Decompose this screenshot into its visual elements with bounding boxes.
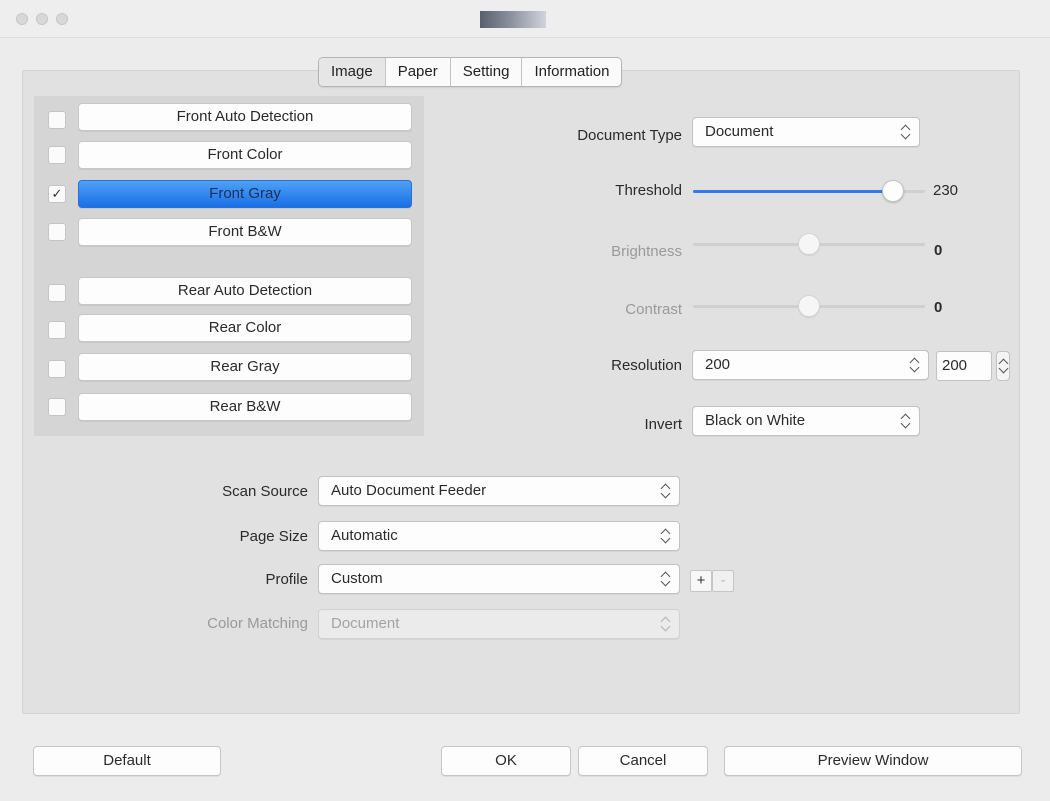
color-matching-value: Document <box>331 615 400 632</box>
default-button[interactable]: Default <box>33 746 221 776</box>
checkbox-front-bw[interactable] <box>48 223 66 241</box>
color-matching-label: Color Matching <box>207 615 308 632</box>
updown-arrows-icon <box>661 617 671 631</box>
scan-source-label: Scan Source <box>222 483 308 500</box>
tab-bar: Image Paper Setting Information <box>318 57 623 87</box>
threshold-value: 230 <box>933 182 959 199</box>
page-size-value: Automatic <box>331 527 398 544</box>
updown-arrows-icon <box>661 484 671 498</box>
document-type-value: Document <box>705 123 774 140</box>
scan-source-value: Auto Document Feeder <box>331 482 487 499</box>
invert-label: Invert <box>644 416 682 433</box>
profile-select[interactable]: Custom <box>318 564 680 594</box>
close-window-button[interactable] <box>16 13 28 25</box>
add-profile-button[interactable]: + <box>690 570 712 592</box>
tab-information[interactable]: Information <box>522 58 621 86</box>
profile-value: Custom <box>331 570 383 587</box>
brightness-label: Brightness <box>611 243 682 260</box>
checkbox-front-auto-detection[interactable] <box>48 111 66 129</box>
tab-image[interactable]: Image <box>319 58 386 86</box>
mode-front-bw[interactable]: Front B&W <box>78 218 412 246</box>
resolution-value: 200 <box>705 356 731 373</box>
ok-button[interactable]: OK <box>441 746 571 776</box>
tab-setting[interactable]: Setting <box>451 58 523 86</box>
color-matching-select: Document <box>318 609 680 639</box>
checkbox-front-color[interactable] <box>48 146 66 164</box>
invert-select[interactable]: Black on White <box>692 406 920 436</box>
updown-arrows-icon <box>661 529 671 543</box>
updown-arrows-icon <box>910 358 920 372</box>
threshold-slider-knob[interactable] <box>881 180 904 202</box>
checkbox-rear-color[interactable] <box>48 321 66 339</box>
mode-rear-bw[interactable]: Rear B&W <box>78 393 412 421</box>
mode-rear-gray[interactable]: Rear Gray <box>78 353 412 381</box>
updown-arrows-icon <box>901 414 911 428</box>
threshold-label: Threshold <box>615 182 682 199</box>
contrast-value: 0 <box>934 299 943 316</box>
scan-source-select[interactable]: Auto Document Feeder <box>318 476 680 506</box>
threshold-slider-fill <box>693 190 893 193</box>
mode-front-auto-detection[interactable]: Front Auto Detection <box>78 103 412 131</box>
page-size-select[interactable]: Automatic <box>318 521 680 551</box>
minimize-window-button[interactable] <box>36 13 48 25</box>
mode-front-gray[interactable]: Front Gray <box>78 180 412 208</box>
document-type-select[interactable]: Document <box>692 117 920 147</box>
document-type-label: Document Type <box>577 127 682 144</box>
zoom-window-button[interactable] <box>56 13 68 25</box>
preview-window-button[interactable]: Preview Window <box>724 746 1022 776</box>
checkbox-front-gray[interactable]: ✓ <box>48 185 66 203</box>
app-logo <box>480 11 546 28</box>
stepper-arrows-icon <box>999 359 1009 373</box>
invert-value: Black on White <box>705 412 806 429</box>
checkbox-rear-auto-detection[interactable] <box>48 284 66 302</box>
tab-paper[interactable]: Paper <box>386 58 451 86</box>
resolution-stepper[interactable] <box>996 351 1010 381</box>
brightness-value: 0 <box>934 242 943 259</box>
contrast-slider-knob <box>798 295 820 317</box>
mode-rear-auto-detection[interactable]: Rear Auto Detection <box>78 277 412 305</box>
checkbox-rear-gray[interactable] <box>48 360 66 378</box>
updown-arrows-icon <box>901 125 911 139</box>
remove-profile-button[interactable]: - <box>712 570 734 592</box>
checkbox-rear-bw[interactable] <box>48 398 66 416</box>
contrast-label: Contrast <box>625 301 682 318</box>
updown-arrows-icon <box>661 572 671 586</box>
resolution-label: Resolution <box>611 357 682 374</box>
profile-label: Profile <box>265 571 308 588</box>
page-size-label: Page Size <box>239 528 308 545</box>
mode-rear-color[interactable]: Rear Color <box>78 314 412 342</box>
cancel-button[interactable]: Cancel <box>578 746 708 776</box>
custom-resolution-field[interactable]: 200 <box>936 351 992 381</box>
resolution-select[interactable]: 200 <box>692 350 929 380</box>
brightness-slider-knob <box>798 233 820 255</box>
mode-front-color[interactable]: Front Color <box>78 141 412 169</box>
